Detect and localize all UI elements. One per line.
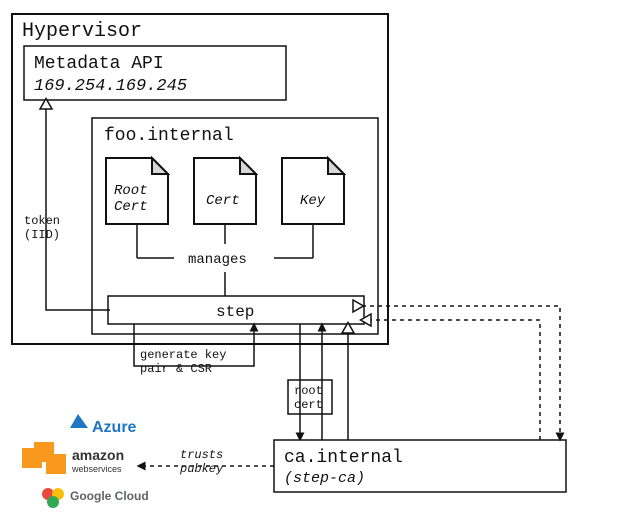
doc-cert: Cert [194, 158, 256, 224]
doc-root-cert-label-2: Cert [114, 199, 148, 215]
step-label: step [216, 303, 254, 321]
root-cert-edge-l1: root [294, 384, 323, 398]
trusts-label-2: pubkey [179, 462, 224, 476]
metadata-ip: 169.254.169.245 [34, 77, 187, 96]
doc-cert-label: Cert [206, 193, 240, 209]
doc-key-label: Key [300, 193, 326, 209]
vm-title: foo.internal [104, 126, 234, 146]
azure-label: Azure [92, 419, 137, 436]
aws-logo: amazon webservices [22, 442, 124, 474]
dotted-step-ca-down [362, 306, 560, 440]
gcp-logo: Google Cloud [42, 488, 149, 508]
doc-root-cert: Root Cert [106, 158, 168, 224]
gcp-label: Google Cloud [70, 489, 149, 503]
metadata-title: Metadata API [34, 54, 164, 74]
aws-label-2: webservices [71, 464, 122, 474]
manages-label: manages [188, 252, 247, 268]
root-cert-edge-l2: cert [294, 398, 323, 412]
doc-key: Key [282, 158, 344, 224]
token-label-2: (IID) [24, 228, 60, 242]
doc-root-cert-label-1: Root [114, 183, 148, 199]
ca-title: ca.internal [284, 448, 403, 468]
azure-logo: Azure [70, 414, 137, 436]
aws-label-1: amazon [72, 447, 124, 463]
generate-label-1: generate key [140, 348, 226, 362]
generate-label-2: pair & CSR [140, 362, 212, 376]
token-label-1: token [24, 214, 60, 228]
ca-subtitle: (step-ca) [284, 470, 365, 487]
trusts-label-1: trusts [180, 448, 223, 462]
hypervisor-title: Hypervisor [22, 20, 142, 43]
